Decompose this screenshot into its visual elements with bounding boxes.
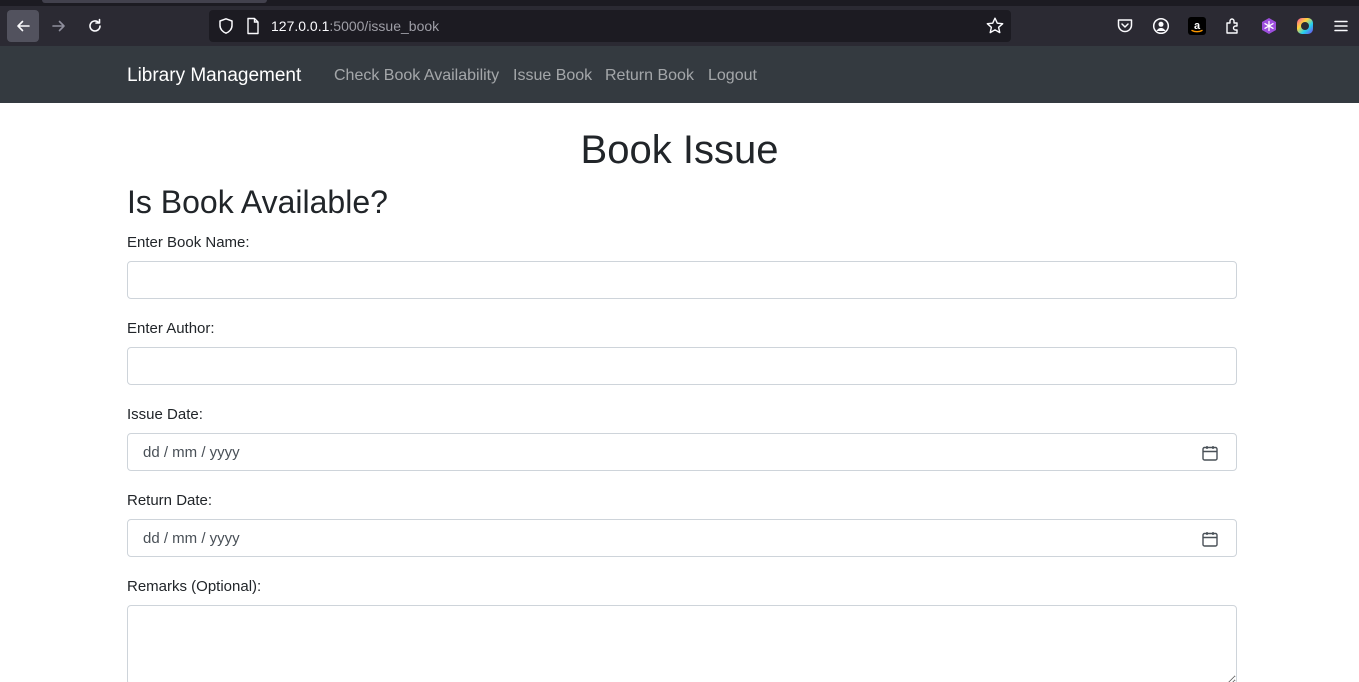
amazon-icon[interactable]: a: [1187, 16, 1207, 36]
nav-link-issue-book[interactable]: Issue Book: [513, 67, 592, 85]
navbar-brand[interactable]: Library Management: [127, 65, 301, 87]
remarks-label: Remarks (Optional):: [127, 578, 262, 595]
star-icon[interactable]: [985, 16, 1005, 36]
page-title: Book Issue: [580, 128, 779, 172]
book-name-label: Enter Book Name:: [127, 234, 250, 251]
arrow-right-icon: [52, 20, 65, 32]
browser-active-tab[interactable]: [42, 0, 267, 3]
section-title: Is Book Available?: [127, 184, 388, 220]
nav-link-check-availability[interactable]: Check Book Availability: [334, 67, 499, 85]
reload-button[interactable]: [79, 10, 111, 42]
remarks-textarea[interactable]: [127, 605, 1237, 682]
extensions-icon[interactable]: [1223, 16, 1243, 36]
nav-link-return-book[interactable]: Return Book: [605, 67, 694, 85]
reload-icon: [89, 18, 101, 32]
address-bar[interactable]: 127.0.0.1:5000/issue_book: [209, 10, 1011, 42]
site-navbar: Library Management Check Book Availabili…: [0, 46, 1359, 103]
return-date-input[interactable]: dd / mm / yyyy: [127, 519, 1237, 557]
url-host: 127.0.0.1: [271, 18, 330, 34]
back-button[interactable]: [7, 10, 39, 42]
author-input[interactable]: [127, 347, 1237, 385]
issue-date-input[interactable]: dd / mm / yyyy: [127, 433, 1237, 471]
forward-button[interactable]: [43, 10, 75, 42]
calendar-icon[interactable]: [1201, 530, 1219, 548]
arrow-left-icon: [17, 20, 30, 32]
url-text[interactable]: 127.0.0.1:5000/issue_book: [271, 18, 439, 34]
url-path: :5000/issue_book: [329, 18, 440, 34]
book-name-input[interactable]: [127, 261, 1237, 299]
issue-date-placeholder: dd / mm / yyyy: [143, 443, 240, 461]
calendar-icon[interactable]: [1201, 444, 1219, 462]
pocket-icon[interactable]: [1115, 16, 1135, 36]
extension-purple-icon[interactable]: [1259, 16, 1279, 36]
nav-link-logout[interactable]: Logout: [708, 67, 757, 85]
return-date-label: Return Date:: [127, 492, 213, 509]
svg-text:a: a: [1194, 20, 1201, 32]
color-picker-icon[interactable]: [1295, 16, 1315, 36]
page-icon[interactable]: [245, 17, 261, 35]
return-date-placeholder: dd / mm / yyyy: [143, 529, 240, 547]
browser-toolbar: 127.0.0.1:5000/issue_book a: [0, 6, 1359, 46]
issue-date-label: Issue Date:: [127, 406, 203, 423]
menu-icon[interactable]: [1331, 16, 1351, 36]
shield-icon[interactable]: [217, 17, 235, 35]
author-label: Enter Author:: [127, 320, 215, 337]
account-icon[interactable]: [1151, 16, 1171, 36]
